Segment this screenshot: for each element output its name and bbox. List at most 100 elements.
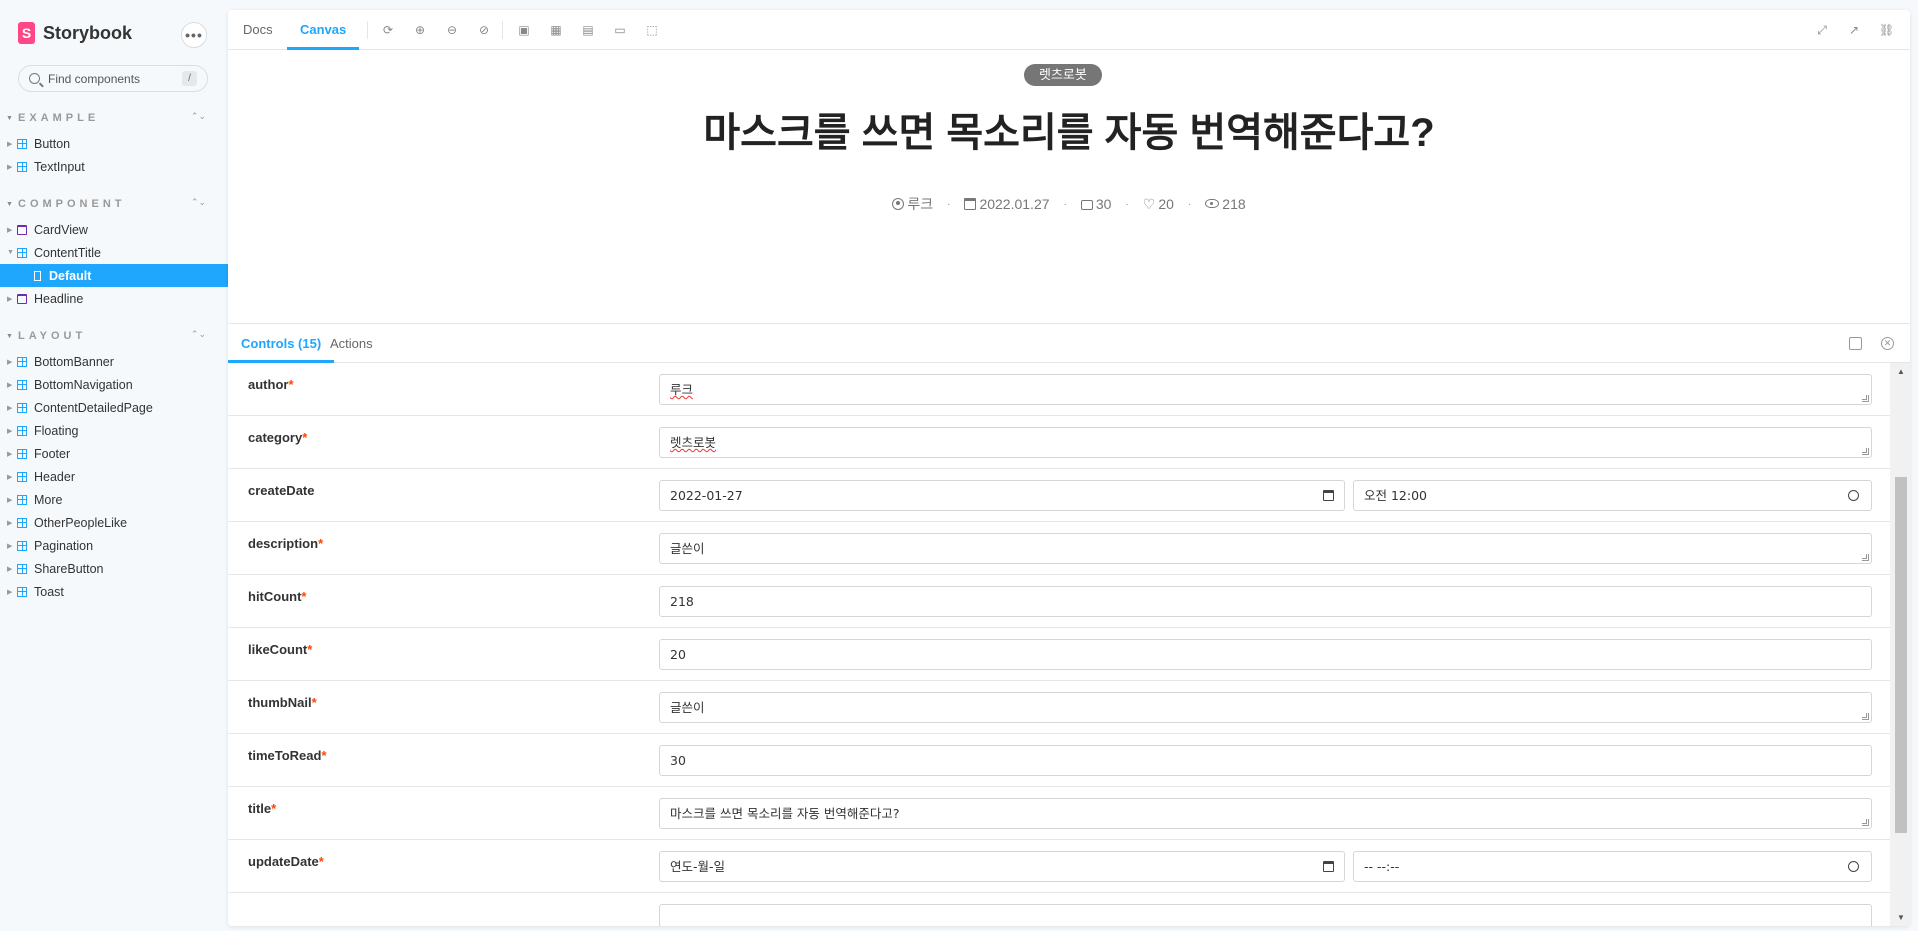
controls-scrollbar[interactable]: ▲ ▼ [1890,363,1910,926]
sidebar-item-bottomnavigation[interactable]: ▶ BottomNavigation [0,373,228,396]
clock-icon[interactable] [1848,861,1859,872]
reload-icon[interactable]: ⟳ [381,23,395,37]
component-icon [17,540,27,551]
chevron-right-icon: ▶ [7,381,13,389]
fullscreen-icon[interactable]: ⤢ [1815,23,1829,37]
partial-input[interactable] [659,904,1872,926]
zoom-out-icon[interactable]: ⊖ [445,23,459,37]
sidebar-item-label: Pagination [34,538,94,553]
sidebar-item-pagination[interactable]: ▶ Pagination [0,534,228,557]
component-icon [17,161,27,172]
sidebar-item-label: TextInput [34,159,85,174]
sidebar-item-button[interactable]: ▶ Button [0,132,228,155]
section-title: LAYOUT [18,330,87,342]
section-example[interactable]: ▼ EXAMPLE ⌃⌄ [6,110,206,126]
calendar-icon [964,198,977,210]
thumbNail-input[interactable]: 글쓴이 [659,692,1872,723]
expand-collapse-icon[interactable]: ⌃⌄ [191,111,206,122]
sidebar-item-label: ContentTitle [34,245,101,260]
panel-orientation-icon[interactable] [1849,337,1862,350]
meta-author: 루크 [892,194,933,214]
chevron-right-icon: ▶ [7,542,13,550]
description-input[interactable]: 글쓴이 [659,533,1872,564]
resize-handle-icon[interactable] [1862,395,1869,402]
sidebar-item-more[interactable]: ▶ More [0,488,228,511]
storybook-app: S Storybook ••• Find components / ▼ EXAM… [0,0,1918,931]
calendar-icon[interactable] [1323,861,1334,872]
tab-controls[interactable]: Controls (15) [228,324,335,363]
separator: · [1063,198,1067,210]
author-input[interactable]: 루크 [659,374,1872,405]
sidebar-item-sharebutton[interactable]: ▶ ShareButton [0,557,228,580]
section-title: EXAMPLE [18,112,100,124]
createDate-time-input[interactable]: 오전 12:00 [1353,480,1872,511]
expand-collapse-icon[interactable]: ⌃⌄ [191,197,206,208]
measure-icon[interactable]: ▭ [613,23,627,37]
search-shortcut-key: / [182,71,197,86]
expand-collapse-icon[interactable]: ⌃⌄ [191,329,206,340]
section-component[interactable]: ▼ COMPONENT ⌃⌄ [6,196,206,212]
scroll-up-icon[interactable]: ▲ [1897,367,1905,376]
sidebar-item-textinput[interactable]: ▶ TextInput [0,155,228,178]
required-marker: * [307,642,313,657]
control-row-category: category* 렛츠로봇 [228,416,1890,469]
sidebar-item-cardview[interactable]: ▶ CardView [0,218,228,241]
scroll-down-icon[interactable]: ▼ [1897,913,1905,922]
tab-docs[interactable]: Docs [243,10,273,50]
resize-handle-icon[interactable] [1862,713,1869,720]
sidebar-item-footer[interactable]: ▶ Footer [0,442,228,465]
updateDate-date-input[interactable]: 연도-월-일 [659,851,1345,882]
calendar-icon[interactable] [1323,490,1334,501]
tab-actions[interactable]: Actions [330,324,373,363]
content-meta: 루크 · 2022.01.27 · 30 · ♡ 20 · 218 [228,194,1910,214]
sidebar: S Storybook ••• Find components / ▼ EXAM… [0,0,228,931]
title-input[interactable]: 마스크를 쓰면 목소리를 자동 번역해준다고? [659,798,1872,829]
zoom-in-icon[interactable]: ⊕ [413,23,427,37]
resize-handle-icon[interactable] [1862,819,1869,826]
timeToRead-input[interactable]: 30 [659,745,1872,776]
outline-icon[interactable]: ⬚ [645,23,659,37]
createDate-date-input[interactable]: 2022-01-27 [659,480,1345,511]
updateDate-time-input[interactable]: -- --:-- [1353,851,1872,882]
zoom-reset-icon[interactable]: ⊘ [477,23,491,37]
close-panel-icon[interactable]: ✕ [1881,337,1894,350]
sidebar-item-contenttitle[interactable]: ▼ ContentTitle [0,241,228,264]
viewport-icon[interactable]: ▤ [581,23,595,37]
sidebar-item-label: BottomBanner [34,354,114,369]
likeCount-input[interactable]: 20 [659,639,1872,670]
chevron-right-icon: ▶ [7,427,13,435]
meta-views: 218 [1205,196,1246,212]
control-label: likeCount* [248,642,313,657]
category-badge: 렛츠로봇 [1024,64,1102,86]
required-marker: * [302,430,308,445]
search-input[interactable]: Find components / [18,65,208,92]
required-marker: * [271,801,277,816]
section-layout[interactable]: ▼ LAYOUT ⌃⌄ [6,328,206,344]
component-icon [17,494,27,505]
sidebar-item-label: OtherPeopleLike [34,515,128,530]
copy-link-icon[interactable]: ⛓ [1879,23,1894,37]
sidebar-item-floating[interactable]: ▶ Floating [0,419,228,442]
sidebar-item-headline[interactable]: ▶ Headline [0,287,228,310]
control-label: hitCount* [248,589,307,604]
category-input[interactable]: 렛츠로봇 [659,427,1872,458]
more-options-button[interactable]: ••• [181,22,207,48]
grid-icon[interactable]: ▦ [549,23,563,37]
tab-canvas[interactable]: Canvas [287,10,360,50]
open-new-tab-icon[interactable]: ↗ [1847,23,1861,37]
sidebar-item-bottombanner[interactable]: ▶ BottomBanner [0,350,228,373]
hitCount-input[interactable]: 218 [659,586,1872,617]
component-icon [17,247,27,258]
sidebar-item-contentdetailedpage[interactable]: ▶ ContentDetailedPage [0,396,228,419]
resize-handle-icon[interactable] [1862,448,1869,455]
resize-handle-icon[interactable] [1862,554,1869,561]
clock-icon[interactable] [1848,490,1859,501]
brand[interactable]: S Storybook [18,22,132,44]
sidebar-item-default[interactable]: Default [0,264,228,287]
sidebar-item-header[interactable]: ▶ Header [0,465,228,488]
scroll-thumb[interactable] [1895,477,1907,833]
sidebar-item-otherpeoplelike[interactable]: ▶ OtherPeopleLike [0,511,228,534]
background-icon[interactable]: ▣ [517,23,531,37]
controls-table: author* 루크 category* 렛츠로봇 createDate 2022-01-… [228,363,1890,926]
sidebar-item-toast[interactable]: ▶ Toast [0,580,228,603]
